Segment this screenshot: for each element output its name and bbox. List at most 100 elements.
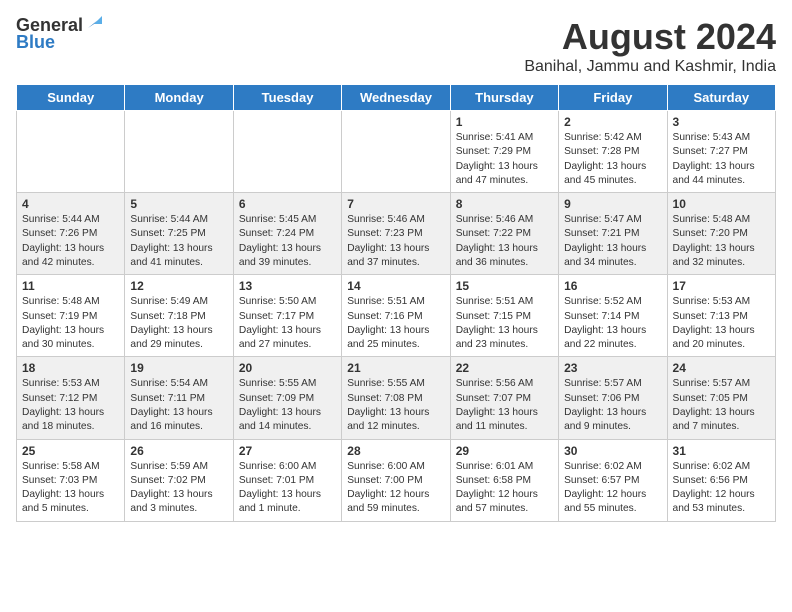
day-number: 9 [564,197,661,211]
subtitle: Banihal, Jammu and Kashmir, India [524,58,776,76]
day-number: 15 [456,279,553,293]
weekday-header-tuesday: Tuesday [233,85,341,111]
cell-content: Sunrise: 5:59 AM Sunset: 7:02 PM Dayligh… [130,460,227,517]
calendar-cell: 18Sunrise: 5:53 AM Sunset: 7:12 PM Dayli… [17,357,125,439]
calendar-cell: 16 Sunrise: 5:52 AM Sunset: 7:14 PM Dayli… [559,275,667,357]
day-number: 12 [130,279,227,293]
calendar-cell: 27 Sunrise: 6:00 AM Sunset: 7:01 PM Dayli… [233,439,341,521]
cell-content: Sunrise: 5:56 AM Sunset: 7:07 PM Dayligh… [456,377,553,434]
page-header: General Blue August 2024 Banihal, Jammu … [16,16,776,76]
cell-content: Sunrise: 5:55 AM Sunset: 7:09 PM Dayligh… [239,377,336,434]
cell-content: Sunrise: 5:49 AM Sunset: 7:18 PM Dayligh… [130,295,227,352]
calendar-cell: 13Sunrise: 5:50 AM Sunset: 7:17 PM Dayli… [233,275,341,357]
day-number: 31 [673,444,770,458]
calendar-cell: 30 Sunrise: 6:02 AM Sunset: 6:57 PM Dayli… [559,439,667,521]
weekday-header-friday: Friday [559,85,667,111]
calendar-cell [342,111,450,193]
cell-content: Sunrise: 5:48 AM Sunset: 7:19 PM Dayligh… [22,295,119,352]
cell-content: Sunrise: 5:51 AM Sunset: 7:15 PM Dayligh… [456,295,553,352]
day-number: 19 [130,361,227,375]
calendar-cell: 17Sunrise: 5:53 AM Sunset: 7:13 PM Dayli… [667,275,775,357]
calendar-cell: 6 Sunrise: 5:45 AM Sunset: 7:24 PM Daylig… [233,193,341,275]
calendar-cell: 7 Sunrise: 5:46 AM Sunset: 7:23 PM Daylig… [342,193,450,275]
cell-content: Sunrise: 6:02 AM Sunset: 6:57 PM Dayligh… [564,460,661,517]
calendar-cell: 23Sunrise: 5:57 AM Sunset: 7:06 PM Dayli… [559,357,667,439]
calendar-cell: 11 Sunrise: 5:48 AM Sunset: 7:19 PM Dayli… [17,275,125,357]
cell-content: Sunrise: 5:52 AM Sunset: 7:14 PM Dayligh… [564,295,661,352]
cell-content: Sunrise: 5:48 AM Sunset: 7:20 PM Dayligh… [673,213,770,270]
calendar-week-row: 25 Sunrise: 5:58 AM Sunset: 7:03 PM Dayli… [17,439,776,521]
cell-content: Sunrise: 5:54 AM Sunset: 7:11 PM Dayligh… [130,377,227,434]
cell-content: Sunrise: 5:46 AM Sunset: 7:22 PM Dayligh… [456,213,553,270]
calendar-week-row: 4 Sunrise: 5:44 AM Sunset: 7:26 PM Daylig… [17,193,776,275]
cell-content: Sunrise: 5:58 AM Sunset: 7:03 PM Dayligh… [22,460,119,517]
calendar-cell: 2 Sunrise: 5:42 AM Sunset: 7:28 PM Daylig… [559,111,667,193]
day-number: 1 [456,115,553,129]
day-number: 14 [347,279,444,293]
calendar-cell: 1 Sunrise: 5:41 AM Sunset: 7:29 PM Daylig… [450,111,558,193]
cell-content: Sunrise: 5:57 AM Sunset: 7:06 PM Dayligh… [564,377,661,434]
calendar-cell: 3Sunrise: 5:43 AM Sunset: 7:27 PM Daylig… [667,111,775,193]
logo-bird-icon [84,14,102,32]
calendar-cell: 14 Sunrise: 5:51 AM Sunset: 7:16 PM Dayli… [342,275,450,357]
calendar-week-row: 1 Sunrise: 5:41 AM Sunset: 7:29 PM Daylig… [17,111,776,193]
day-number: 11 [22,279,119,293]
day-number: 8 [456,197,553,211]
cell-content: Sunrise: 5:57 AM Sunset: 7:05 PM Dayligh… [673,377,770,434]
day-number: 5 [130,197,227,211]
calendar-table: SundayMondayTuesdayWednesdayThursdayFrid… [16,84,776,522]
calendar-cell: 4 Sunrise: 5:44 AM Sunset: 7:26 PM Daylig… [17,193,125,275]
day-number: 22 [456,361,553,375]
cell-content: Sunrise: 5:46 AM Sunset: 7:23 PM Dayligh… [347,213,444,270]
cell-content: Sunrise: 6:00 AM Sunset: 7:01 PM Dayligh… [239,460,336,517]
day-number: 18 [22,361,119,375]
calendar-week-row: 18Sunrise: 5:53 AM Sunset: 7:12 PM Dayli… [17,357,776,439]
cell-content: Sunrise: 5:41 AM Sunset: 7:29 PM Dayligh… [456,131,553,188]
day-number: 29 [456,444,553,458]
day-number: 20 [239,361,336,375]
calendar-cell: 21 Sunrise: 5:55 AM Sunset: 7:08 PM Dayli… [342,357,450,439]
weekday-header-wednesday: Wednesday [342,85,450,111]
weekday-header-saturday: Saturday [667,85,775,111]
main-title: August 2024 [524,16,776,58]
title-block: August 2024 Banihal, Jammu and Kashmir, … [524,16,776,76]
day-number: 16 [564,279,661,293]
day-number: 2 [564,115,661,129]
day-number: 7 [347,197,444,211]
calendar-cell [233,111,341,193]
calendar-cell [17,111,125,193]
day-number: 25 [22,444,119,458]
calendar-header-row: SundayMondayTuesdayWednesdayThursdayFrid… [17,85,776,111]
calendar-cell: 8 Sunrise: 5:46 AM Sunset: 7:22 PM Daylig… [450,193,558,275]
day-number: 6 [239,197,336,211]
calendar-cell: 19 Sunrise: 5:54 AM Sunset: 7:11 PM Dayli… [125,357,233,439]
calendar-week-row: 11 Sunrise: 5:48 AM Sunset: 7:19 PM Dayli… [17,275,776,357]
weekday-header-sunday: Sunday [17,85,125,111]
calendar-cell: 10Sunrise: 5:48 AM Sunset: 7:20 PM Dayli… [667,193,775,275]
cell-content: Sunrise: 5:42 AM Sunset: 7:28 PM Dayligh… [564,131,661,188]
cell-content: Sunrise: 6:00 AM Sunset: 7:00 PM Dayligh… [347,460,444,517]
cell-content: Sunrise: 5:44 AM Sunset: 7:26 PM Dayligh… [22,213,119,270]
cell-content: Sunrise: 5:45 AM Sunset: 7:24 PM Dayligh… [239,213,336,270]
calendar-cell: 24 Sunrise: 5:57 AM Sunset: 7:05 PM Dayli… [667,357,775,439]
calendar-cell: 9 Sunrise: 5:47 AM Sunset: 7:21 PM Daylig… [559,193,667,275]
logo: General Blue [16,16,102,53]
day-number: 26 [130,444,227,458]
day-number: 27 [239,444,336,458]
cell-content: Sunrise: 6:01 AM Sunset: 6:58 PM Dayligh… [456,460,553,517]
calendar-cell: 25 Sunrise: 5:58 AM Sunset: 7:03 PM Dayli… [17,439,125,521]
day-number: 24 [673,361,770,375]
calendar-cell: 12 Sunrise: 5:49 AM Sunset: 7:18 PM Dayli… [125,275,233,357]
weekday-header-thursday: Thursday [450,85,558,111]
day-number: 17 [673,279,770,293]
cell-content: Sunrise: 5:55 AM Sunset: 7:08 PM Dayligh… [347,377,444,434]
cell-content: Sunrise: 5:47 AM Sunset: 7:21 PM Dayligh… [564,213,661,270]
cell-content: Sunrise: 5:51 AM Sunset: 7:16 PM Dayligh… [347,295,444,352]
cell-content: Sunrise: 6:02 AM Sunset: 6:56 PM Dayligh… [673,460,770,517]
calendar-cell: 15 Sunrise: 5:51 AM Sunset: 7:15 PM Dayli… [450,275,558,357]
calendar-cell: 20 Sunrise: 5:55 AM Sunset: 7:09 PM Dayli… [233,357,341,439]
day-number: 30 [564,444,661,458]
day-number: 21 [347,361,444,375]
logo-blue: Blue [16,32,55,53]
day-number: 4 [22,197,119,211]
